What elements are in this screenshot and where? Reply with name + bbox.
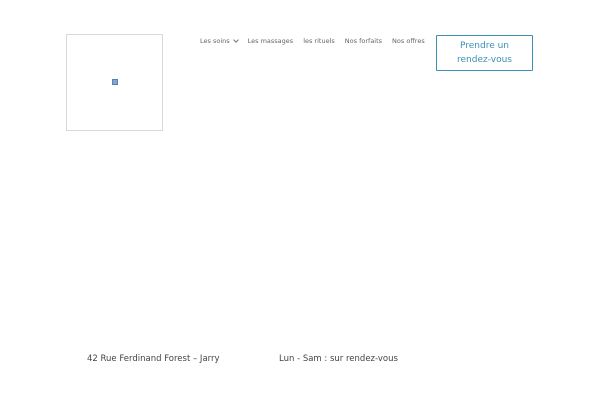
book-appointment-button[interactable]: Prendre un rendez-vous [436,35,533,71]
nav-item-label: les rituels [303,37,335,45]
nav-item-les-soins[interactable]: Les soins [200,37,239,45]
nav-item-label: Nos forfaits [344,37,383,45]
chevron-down-icon [232,37,239,43]
footer-hours: Lun - Sam : sur rendez-vous [279,354,398,364]
nav-item-les-rituels[interactable]: les rituels [303,37,335,45]
main-nav: Les soins Les massages les rituels Nos f… [200,37,425,45]
nav-item-label: Nos offres [392,37,425,45]
nav-item-label: Les massages [247,37,294,45]
book-appointment-label: Prendre un rendez-vous [457,41,512,65]
logo[interactable] [66,34,163,131]
nav-item-nos-forfaits[interactable]: Nos forfaits [345,37,382,45]
nav-item-les-massages[interactable]: Les massages [248,37,294,45]
nav-item-label: Les soins [200,37,230,45]
nav-item-nos-offres[interactable]: Nos offres [392,37,425,45]
broken-image-icon [111,78,118,85]
footer-address: 42 Rue Ferdinand Forest – Jarry [87,354,220,364]
